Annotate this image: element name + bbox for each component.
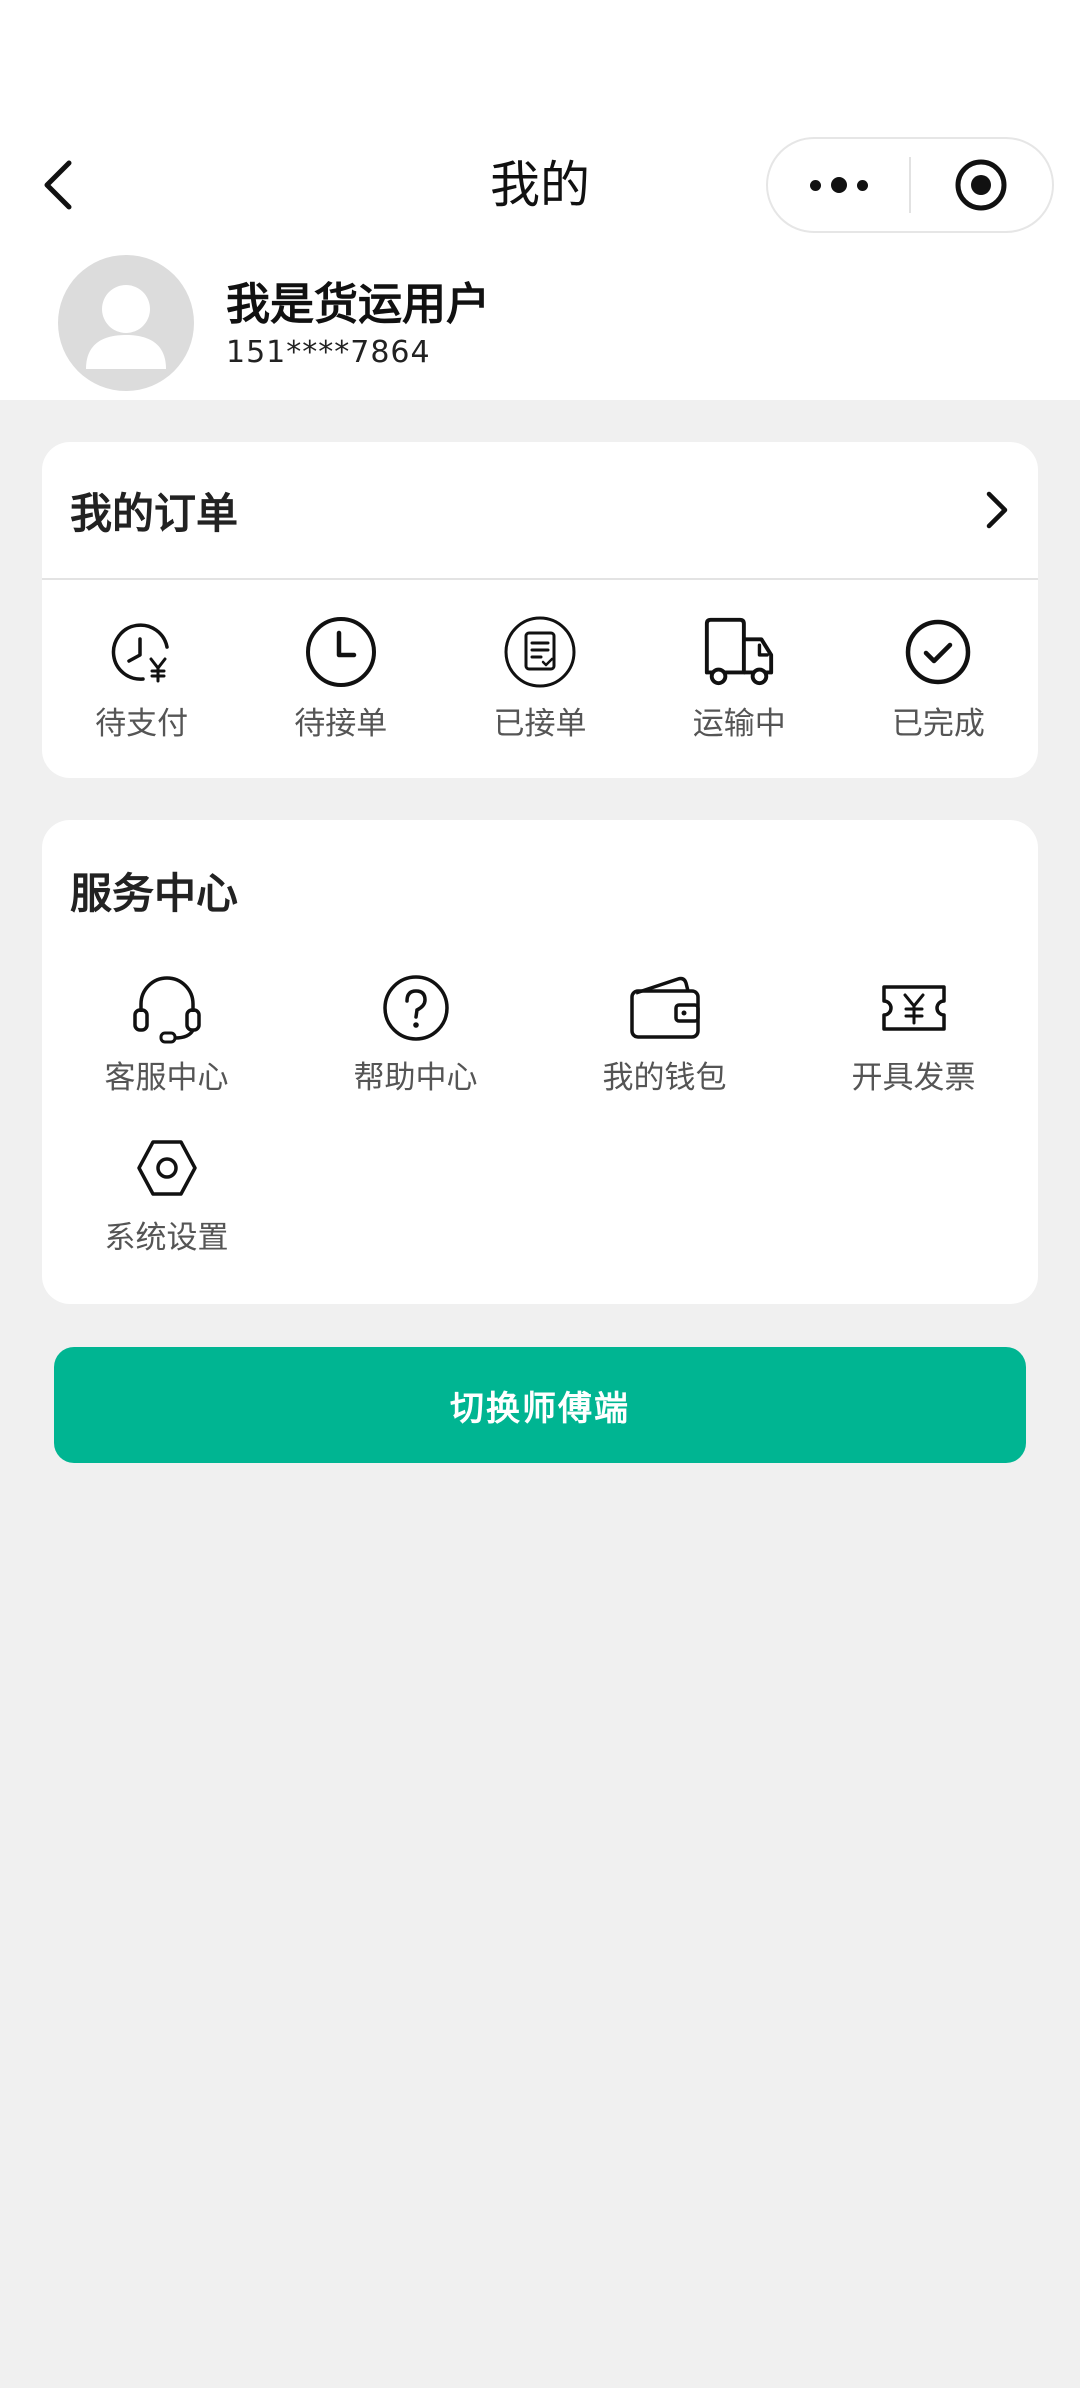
service-help-center[interactable]: 帮助中心 xyxy=(291,970,540,1097)
service-center-title: 服务中心 xyxy=(70,869,239,918)
headset-icon xyxy=(132,976,201,1044)
hexagon-gear-icon xyxy=(136,1140,197,1196)
service-label: 客服中心 xyxy=(104,1060,229,1096)
invoice-ticket-icon xyxy=(881,985,946,1031)
wallet-icon xyxy=(629,976,700,1039)
service-center-card: 服务中心 客服中心 帮助中心 我的钱包 开具发票 系统设置 xyxy=(42,820,1038,1304)
order-label: 已完成 xyxy=(891,705,985,742)
clock-yuan-icon xyxy=(111,622,169,682)
service-issue-invoice[interactable]: 开具发票 xyxy=(789,970,1038,1097)
default-avatar-icon xyxy=(86,285,166,369)
more-menu-button[interactable] xyxy=(768,139,909,231)
order-awaiting-acceptance[interactable]: 待接单 xyxy=(241,614,440,743)
order-in-transit[interactable]: 运输中 xyxy=(640,614,839,743)
service-label: 系统设置 xyxy=(104,1220,229,1256)
chevron-right-icon xyxy=(986,491,1008,529)
target-circle-icon xyxy=(955,159,1007,211)
question-circle-icon xyxy=(382,975,449,1041)
order-label: 待接单 xyxy=(294,705,388,742)
service-system-settings[interactable]: 系统设置 xyxy=(42,1130,291,1257)
order-label: 待支付 xyxy=(95,705,189,742)
mini-program-capsule xyxy=(766,137,1054,233)
service-my-wallet[interactable]: 我的钱包 xyxy=(540,970,789,1097)
avatar[interactable] xyxy=(58,255,194,391)
clock-icon xyxy=(305,616,376,687)
document-check-icon xyxy=(504,616,576,687)
user-phone: 151****7864 xyxy=(226,335,431,370)
order-completed[interactable]: 已完成 xyxy=(839,614,1038,743)
more-dots-icon xyxy=(809,177,868,193)
check-circle-icon xyxy=(906,619,971,684)
user-name: 我是货运用户 xyxy=(226,279,490,330)
service-label: 我的钱包 xyxy=(602,1060,727,1096)
close-mini-program-button[interactable] xyxy=(911,139,1052,231)
order-accepted[interactable]: 已接单 xyxy=(440,614,639,743)
order-label: 已接单 xyxy=(493,705,587,742)
orders-header[interactable]: 我的订单 xyxy=(42,442,1038,580)
service-label: 帮助中心 xyxy=(353,1060,478,1096)
order-label: 运输中 xyxy=(692,705,786,742)
order-pending-payment[interactable]: 待支付 xyxy=(42,614,241,743)
service-label: 开具发票 xyxy=(851,1060,976,1096)
service-customer-support[interactable]: 客服中心 xyxy=(42,970,291,1097)
order-status-row: 待支付 待接单 已接单 运输中 已完成 xyxy=(42,580,1038,776)
orders-card: 我的订单 待支付 待接单 已接单 运输中 已完成 xyxy=(42,442,1038,778)
switch-to-driver-button[interactable]: 切换师傅端 xyxy=(54,1347,1026,1463)
truck-icon xyxy=(705,617,774,685)
orders-title: 我的订单 xyxy=(70,488,239,538)
